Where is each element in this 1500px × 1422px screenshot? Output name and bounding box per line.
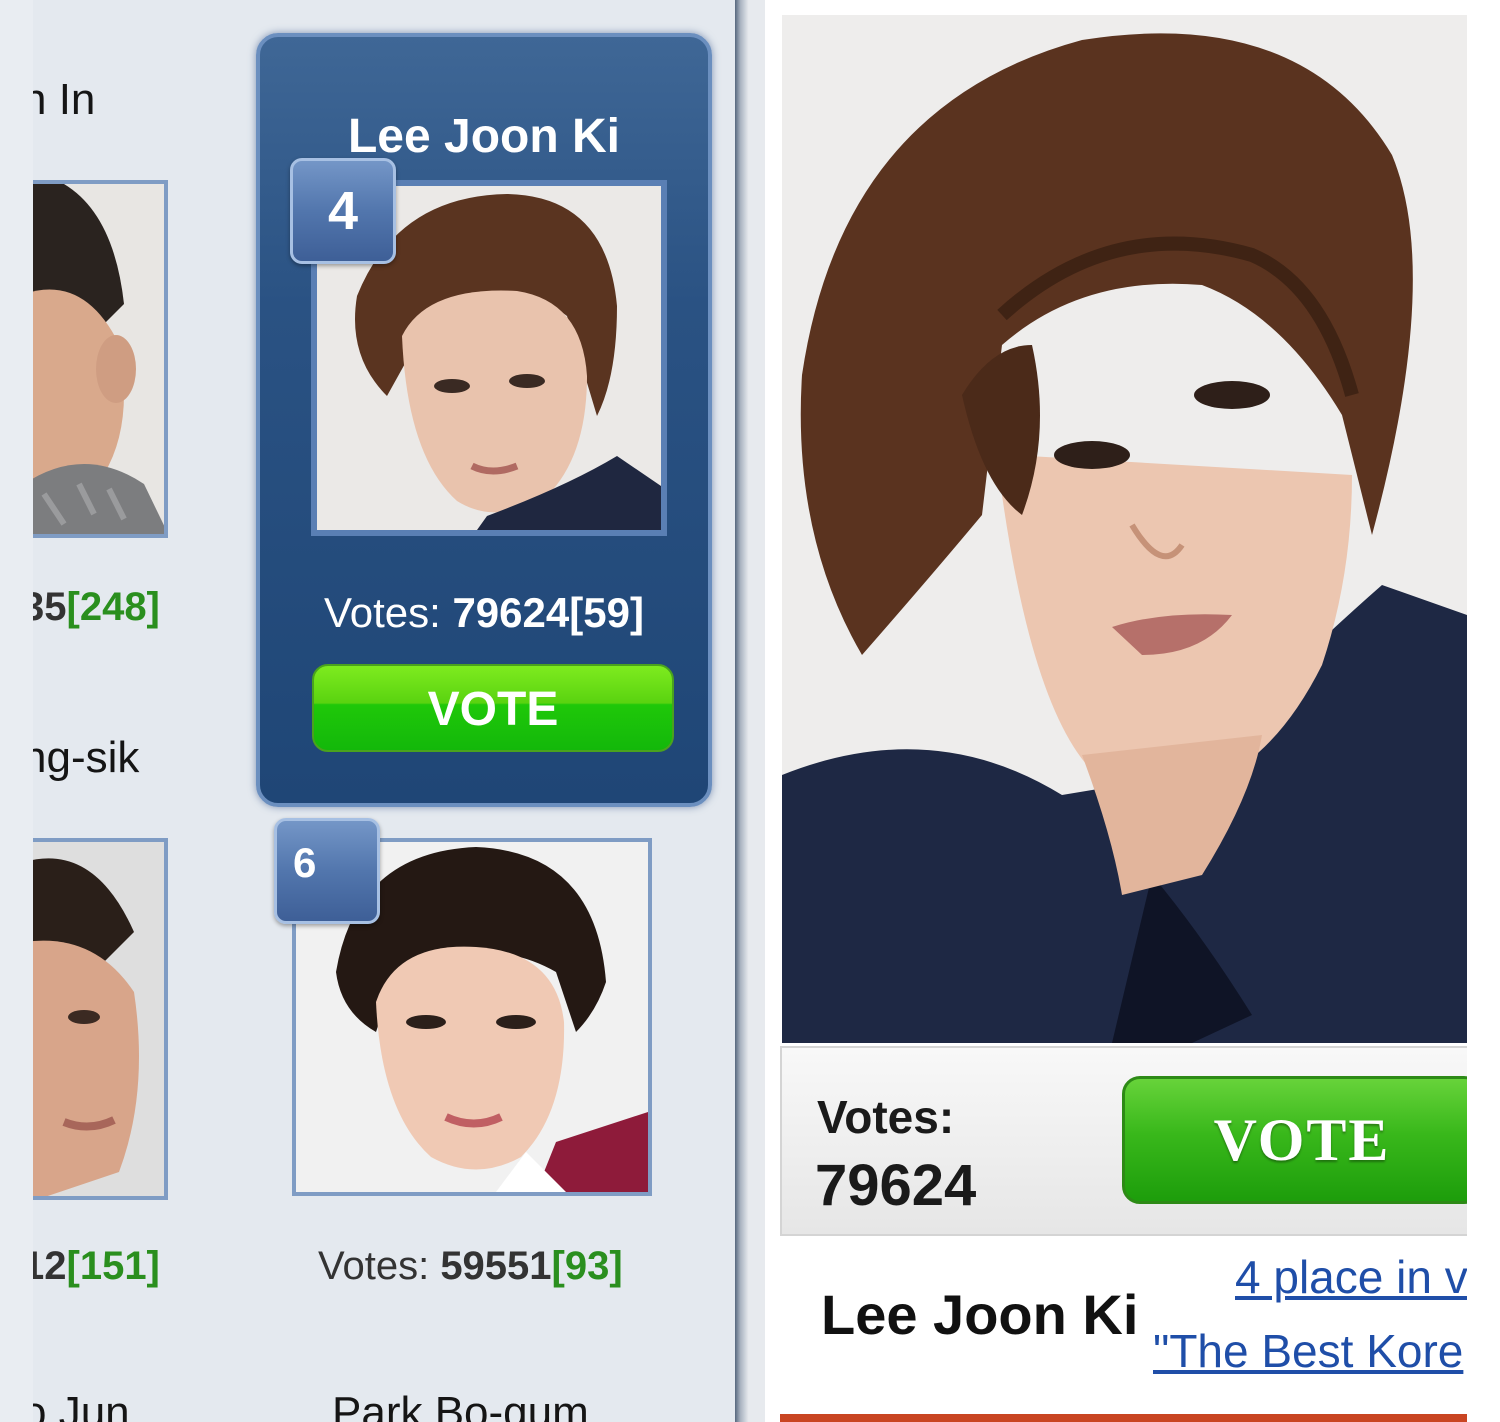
voting-grid-panel: n In 35[248] ng-sik 12[151] o Jun Lee Jo… [0,0,735,1422]
viewport-edge [0,0,33,1422]
contestant-detail-panel: Votes: 79624 VOTE Lee Joon Ki 4 place in… [765,0,1500,1422]
contestant-name-partial: ng-sik [22,733,140,782]
contestant-name: Lee Joon Ki [347,110,621,163]
votes-label: Votes: [324,589,453,636]
contestant-photo-partial[interactable] [20,838,168,1200]
votes-today: [59] [569,589,644,636]
votes-partial: 12[151] [22,1244,160,1289]
contestant-name: Park Bo-gum [332,1388,589,1422]
votes-count: 79624 [452,589,570,636]
contestant-photo-partial[interactable] [20,180,168,538]
vote-button[interactable]: VOTE [312,664,674,752]
votes-count: 59551 [440,1244,552,1288]
contestant-votes: Votes: 59551[93] [318,1244,623,1289]
ranking-link[interactable]: 4 place in v [1235,1250,1468,1304]
rank-badge: 6 [274,818,380,924]
rank-badge: 4 [290,158,396,264]
contestant-votes: Votes: 79624[59] [260,589,708,637]
portrait-image [24,842,164,1196]
votes-count: 79624 [815,1153,977,1218]
votes-today: [151] [66,1244,160,1288]
vote-button[interactable]: VOTE [1122,1076,1482,1204]
contest-link[interactable]: "The Best Kore [1153,1324,1463,1378]
contestant-name: Lee Joon Ki [821,1283,1139,1346]
votes-label: Votes: [318,1244,441,1288]
votes-today: [93] [551,1244,623,1288]
portrait-image [24,184,164,534]
votes-label: Votes: [817,1091,955,1143]
votes-partial: 35[248] [22,585,160,630]
viewport-edge [1467,0,1500,1422]
bottom-rule [780,1414,1480,1422]
contestant-name-partial: o Jun [22,1388,130,1422]
contestant-hero-photo [782,15,1467,1043]
portrait-image [782,15,1467,1043]
contestant-name-partial: n In [22,75,96,124]
votes-today: [248] [66,585,160,629]
panel-divider [735,0,765,1422]
